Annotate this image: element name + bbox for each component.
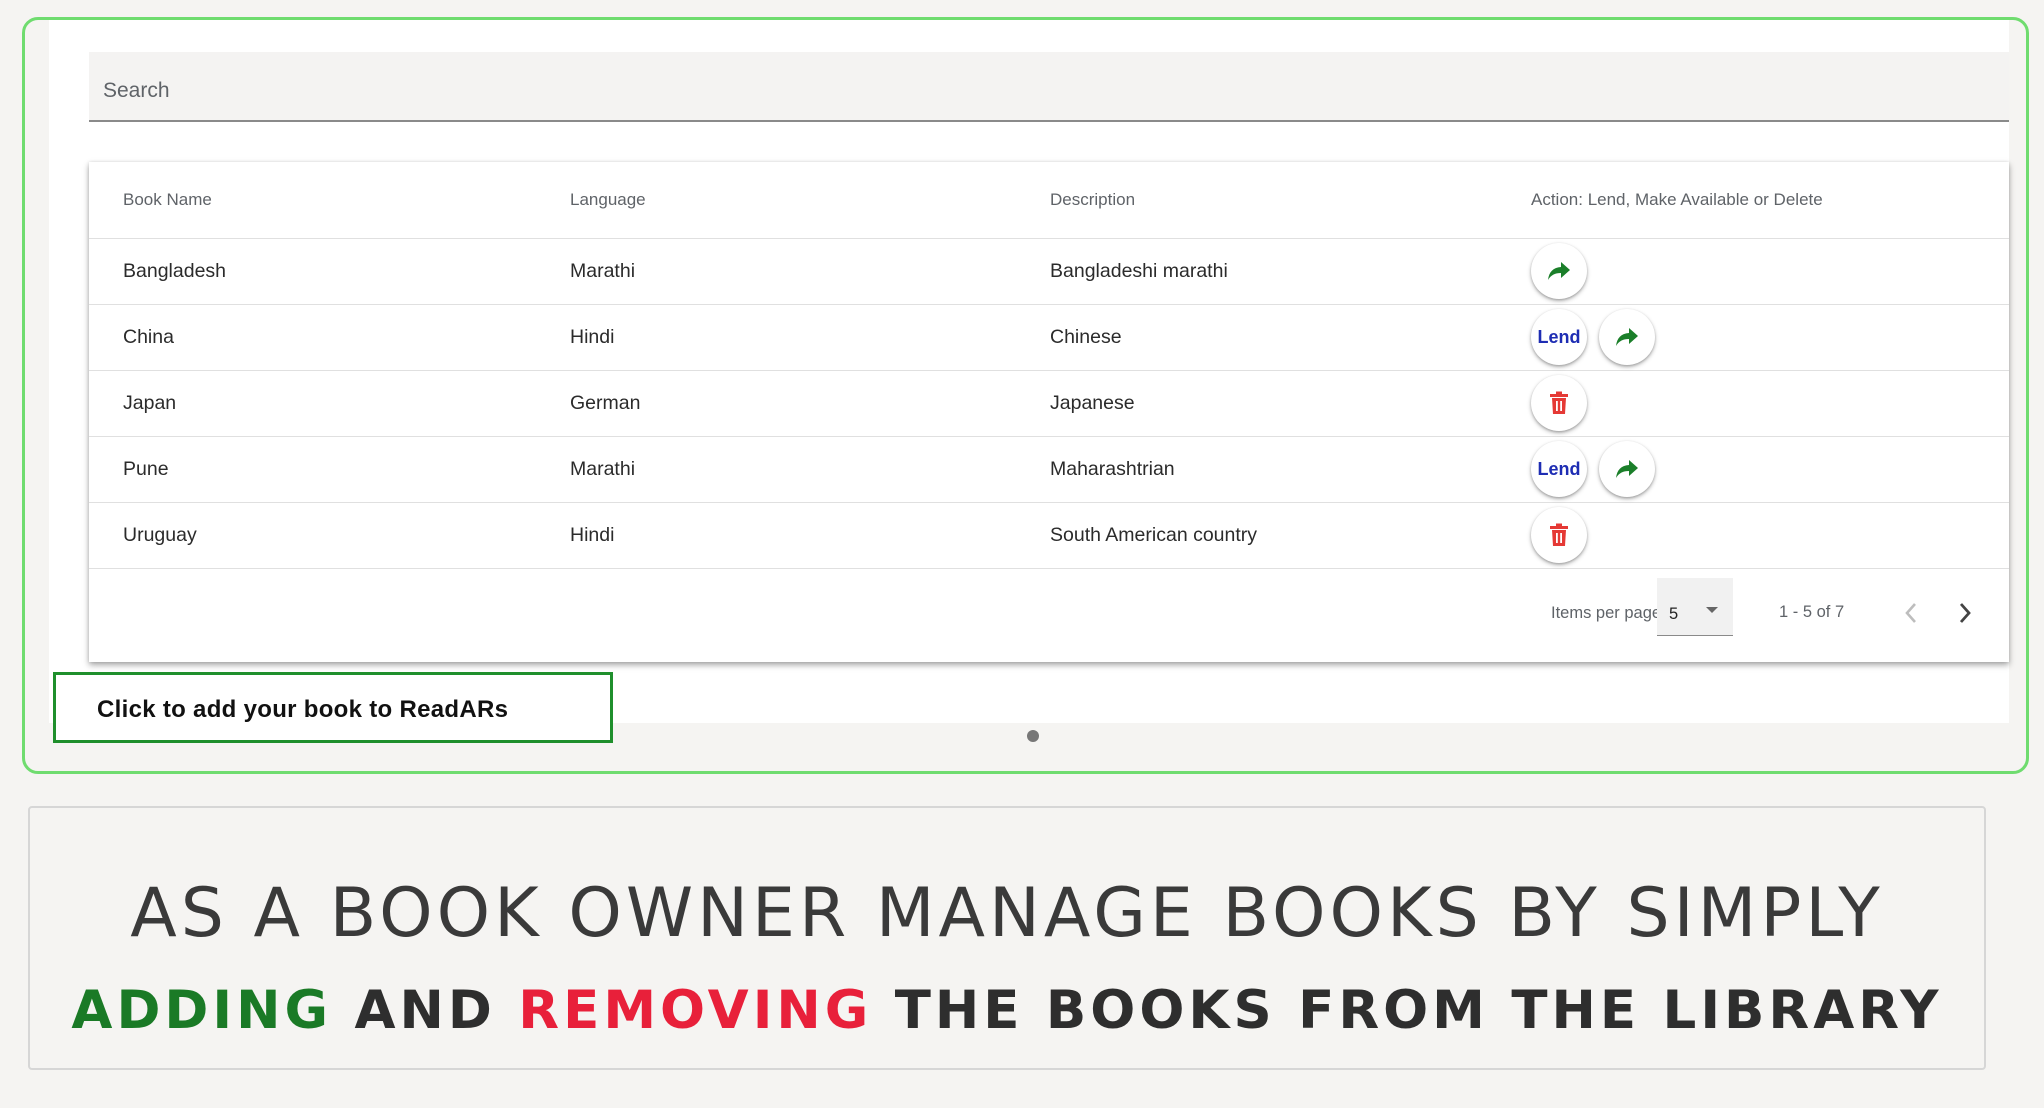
header-book-name[interactable]: Book Name: [89, 162, 536, 239]
page-range-label: 1 - 5 of 7: [1779, 603, 1845, 621]
cell-language: German: [536, 370, 1016, 437]
cell-language: Hindi: [536, 502, 1016, 569]
make-available-button[interactable]: [1599, 441, 1655, 497]
cell-book-name: Uruguay: [89, 502, 536, 569]
make-available-button[interactable]: [1599, 309, 1655, 365]
lend-label: Lend: [1537, 326, 1581, 347]
lend-button[interactable]: Lend: [1531, 441, 1587, 497]
books-table-card: Book Name Language Description Action: L…: [89, 162, 2009, 662]
header-action: Action: Lend, Make Available or Delete: [1497, 162, 2009, 239]
table-row: Uruguay Hindi South American country: [89, 502, 2009, 569]
cell-language: Marathi: [536, 436, 1016, 503]
books-page: Book Name Language Description Action: L…: [49, 20, 2009, 723]
header-language[interactable]: Language: [536, 162, 1016, 239]
lend-label: Lend: [1537, 458, 1581, 479]
table-row: Bangladesh Marathi Bangladeshi marathi: [89, 238, 2009, 305]
delete-button[interactable]: [1531, 375, 1587, 431]
search-input[interactable]: [89, 52, 2009, 120]
items-per-page-select[interactable]: 5: [1657, 578, 1733, 636]
cell-actions: Lend: [1497, 436, 2009, 503]
cell-book-name: Pune: [89, 436, 536, 503]
table-header-row: Book Name Language Description Action: L…: [89, 162, 2009, 239]
header-description[interactable]: Description: [1016, 162, 1497, 239]
cell-description: Chinese: [1016, 304, 1497, 371]
caret-down-icon: [1705, 600, 1719, 619]
caption-line-1: AS A BOOK OWNER MANAGE BOOKS BY SIMPLY: [130, 874, 1884, 953]
trash-icon: [1549, 391, 1569, 415]
cell-description: Bangladeshi marathi: [1016, 238, 1497, 305]
books-table: Book Name Language Description Action: L…: [89, 162, 2009, 569]
items-per-page-value: 5: [1669, 605, 1679, 623]
app-frame: Book Name Language Description Action: L…: [22, 17, 2029, 774]
caption-and: AND: [332, 980, 519, 1041]
paginator: Items per page: 5 1 - 5 of 7: [89, 566, 2009, 662]
table-row: China Hindi Chinese Lend: [89, 304, 2009, 371]
share-forward-icon: [1614, 458, 1640, 480]
items-per-page-label: Items per page:: [1551, 604, 1666, 622]
cell-book-name: Japan: [89, 370, 536, 437]
delete-button[interactable]: [1531, 507, 1587, 563]
carousel-indicator-dot[interactable]: [1027, 730, 1039, 742]
cell-book-name: Bangladesh: [89, 238, 536, 305]
table-row: Japan German Japanese: [89, 370, 2009, 437]
cell-actions: [1497, 238, 2009, 305]
row-actions: [1531, 507, 2009, 563]
chevron-right-icon[interactable]: [1955, 600, 1975, 631]
share-forward-icon: [1614, 326, 1640, 348]
caption-rest: THE BOOKS FROM THE LIBRARY: [872, 980, 1943, 1041]
row-actions: Lend: [1531, 441, 2009, 497]
row-actions: Lend: [1531, 309, 2009, 365]
cell-book-name: China: [89, 304, 536, 371]
cell-description: Maharashtrian: [1016, 436, 1497, 503]
chevron-left-icon[interactable]: [1901, 600, 1921, 631]
caption-removing: REMOVING: [518, 980, 873, 1041]
cell-language: Hindi: [536, 304, 1016, 371]
add-book-button[interactable]: Click to add your book to ReadARs: [53, 672, 613, 743]
cell-actions: Lend: [1497, 304, 2009, 371]
cell-actions: [1497, 502, 2009, 569]
trash-icon: [1549, 523, 1569, 547]
lend-button[interactable]: Lend: [1531, 309, 1587, 365]
make-available-button[interactable]: [1531, 243, 1587, 299]
share-forward-icon: [1546, 260, 1572, 282]
cell-language: Marathi: [536, 238, 1016, 305]
row-actions: [1531, 243, 2009, 299]
table-row: Pune Marathi Maharashtrian Lend: [89, 436, 2009, 503]
caption-line-2: ADDING AND REMOVING THE BOOKS FROM THE L…: [30, 984, 1984, 1037]
cell-description: South American country: [1016, 502, 1497, 569]
cell-description: Japanese: [1016, 370, 1497, 437]
cell-actions: [1497, 370, 2009, 437]
caption-box: AS A BOOK OWNER MANAGE BOOKS BY SIMPLY A…: [28, 806, 1986, 1070]
search-field[interactable]: [89, 52, 2009, 122]
row-actions: [1531, 375, 2009, 431]
caption-adding: ADDING: [71, 980, 333, 1041]
